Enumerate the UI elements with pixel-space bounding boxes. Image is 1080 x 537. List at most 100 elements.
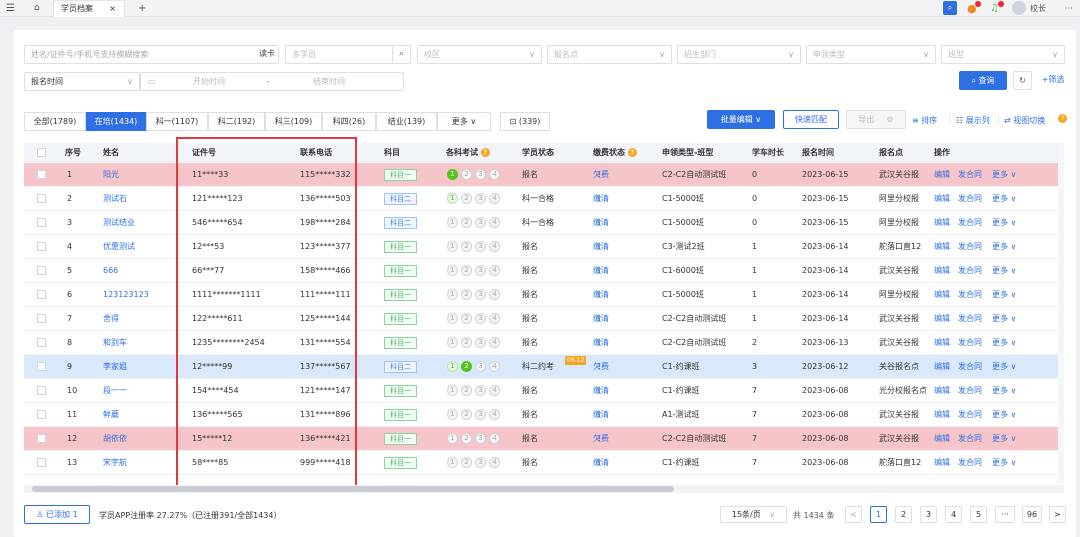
student-name-link[interactable]: 阳光	[103, 163, 119, 186]
campus-select[interactable]: 校区 ∨	[417, 45, 542, 64]
col-hours[interactable]: 学车时长	[752, 143, 784, 162]
search-icon[interactable]: ⌕	[392, 46, 410, 63]
table-row[interactable]: 3 测试结业 546*****654 198*****284 科目二 1 2 3 4 科一合格 ⋮ 缴…	[24, 211, 1064, 235]
exam-3-indicator[interactable]: 3	[475, 217, 486, 228]
table-row[interactable]: 6 123123123 1111*******1111 111*****111 科目一 1…	[24, 283, 1064, 307]
exam-3-indicator[interactable]: 3	[475, 409, 486, 420]
more-icon[interactable]: ···	[1065, 0, 1073, 17]
edit-link[interactable]: 编辑	[934, 187, 950, 210]
exam-4-indicator[interactable]: 4	[489, 457, 500, 468]
exam-1-indicator[interactable]: 1	[447, 217, 458, 228]
exam-2-indicator[interactable]: 2	[461, 313, 472, 324]
edit-link[interactable]: 编辑	[934, 355, 950, 378]
payment-status[interactable]: 缴清	[593, 235, 609, 258]
exam-2-indicator[interactable]: 2	[461, 361, 472, 372]
page-1[interactable]: 1	[870, 506, 887, 523]
edit-link[interactable]: 编辑	[934, 211, 950, 234]
apply-type-select[interactable]: 申领类型 ∨	[806, 45, 936, 64]
vertical-scrollbar[interactable]	[1058, 143, 1064, 483]
exam-1-indicator[interactable]: 1	[447, 193, 458, 204]
edit-link[interactable]: 编辑	[934, 307, 950, 330]
exam-4-indicator[interactable]: 4	[489, 169, 500, 180]
exam-3-indicator[interactable]: 3	[475, 289, 486, 300]
exam-4-indicator[interactable]: 4	[489, 265, 500, 276]
table-row[interactable]: 9 李家姐 12*****99 137*****567 科目二 1 2 3 4 科二约考 06-12…	[24, 355, 1064, 379]
row-checkbox[interactable]	[37, 362, 46, 371]
exam-1-indicator[interactable]: 1	[447, 241, 458, 252]
exam-1-indicator[interactable]: 1	[447, 457, 458, 468]
exam-4-indicator[interactable]: 4	[489, 313, 500, 324]
row-checkbox[interactable]	[37, 458, 46, 467]
contract-link[interactable]: 发合同	[958, 355, 982, 378]
contract-link[interactable]: 发合同	[958, 187, 982, 210]
exam-4-indicator[interactable]: 4	[489, 241, 500, 252]
page-96[interactable]: 96	[1022, 506, 1042, 523]
edit-link[interactable]: 编辑	[934, 403, 950, 426]
exam-3-indicator[interactable]: 3	[475, 337, 486, 348]
edit-link[interactable]: 编辑	[934, 259, 950, 282]
next-page-button[interactable]: >	[1049, 506, 1066, 523]
prev-page-button[interactable]: <	[845, 506, 862, 523]
recruit-dept-select[interactable]: 招生部门 ∨	[677, 45, 801, 64]
col-point[interactable]: 报名点	[879, 143, 903, 162]
more-actions-link[interactable]: 更多 ∨	[992, 331, 1016, 354]
payment-status[interactable]: 欠费	[593, 163, 609, 186]
col-name[interactable]: 姓名	[103, 143, 119, 162]
tab-subject2[interactable]: 科二(192)	[208, 112, 265, 131]
class-type-select[interactable]: 班型 ∨	[941, 45, 1065, 64]
exam-2-indicator[interactable]: 2	[461, 433, 472, 444]
exam-4-indicator[interactable]: 4	[489, 385, 500, 396]
exam-4-indicator[interactable]: 4	[489, 409, 500, 420]
more-actions-link[interactable]: 更多 ∨	[992, 307, 1016, 330]
col-id[interactable]: 证件号	[192, 143, 216, 162]
col-date[interactable]: 报名时间	[802, 143, 834, 162]
exam-2-indicator[interactable]: 2	[461, 169, 472, 180]
page-ellipsis[interactable]: ···	[995, 506, 1015, 523]
table-row[interactable]: 11 鲜蘑 136*****565 131*****896 科目一 1 2 3 4 报名 ⋮ 缴清 A1…	[24, 403, 1064, 427]
exam-2-indicator[interactable]: 2	[461, 457, 472, 468]
multi-student-input[interactable]: 多学员 ⌕	[285, 45, 411, 64]
quick-match-button[interactable]: 快速匹配	[783, 110, 839, 129]
payment-status[interactable]: 缴清	[593, 403, 609, 426]
student-name-link[interactable]: 李家姐	[103, 355, 127, 378]
student-name-link[interactable]: 123123123	[103, 283, 149, 306]
row-checkbox[interactable]	[37, 170, 46, 179]
student-name-link[interactable]: 666	[103, 259, 118, 282]
edit-link[interactable]: 编辑	[934, 283, 950, 306]
payment-status[interactable]: 缴清	[593, 187, 609, 210]
row-checkbox[interactable]	[37, 194, 46, 203]
col-status[interactable]: 学员状态	[522, 143, 554, 162]
query-button[interactable]: ⌕ 查询	[959, 71, 1007, 90]
page-2[interactable]: 2	[895, 506, 912, 523]
page-4[interactable]: 4	[945, 506, 962, 523]
payment-status[interactable]: 缴清	[593, 259, 609, 282]
exam-1-indicator[interactable]: 1	[447, 313, 458, 324]
page-5[interactable]: 5	[970, 506, 987, 523]
user-name[interactable]: 校长	[1030, 0, 1046, 17]
scrollbar-thumb[interactable]	[32, 486, 674, 492]
col-subject[interactable]: 科目	[384, 143, 400, 162]
exam-1-indicator[interactable]: 1	[447, 169, 458, 180]
contract-link[interactable]: 发合同	[958, 163, 982, 186]
table-row[interactable]: 4 优惠测试 12***53 123*****377 科目一 1 2 3 4 报名 ⋮ 缴清 C3-测试…	[24, 235, 1064, 259]
exam-3-indicator[interactable]: 3	[475, 193, 486, 204]
col-no[interactable]: 序号	[65, 143, 81, 162]
exam-2-indicator[interactable]: 2	[461, 409, 472, 420]
contract-link[interactable]: 发合同	[958, 379, 982, 402]
read-card-button[interactable]: 读卡	[254, 45, 280, 64]
student-name-link[interactable]: 和别车	[103, 331, 127, 354]
exam-1-indicator[interactable]: 1	[447, 409, 458, 420]
contract-link[interactable]: 发合同	[958, 283, 982, 306]
horizontal-scrollbar[interactable]	[24, 485, 1064, 493]
more-actions-link[interactable]: 更多 ∨	[992, 259, 1016, 282]
more-actions-link[interactable]: 更多 ∨	[992, 235, 1016, 258]
more-actions-link[interactable]: 更多 ∨	[992, 427, 1016, 450]
payment-status[interactable]: 缴清	[593, 307, 609, 330]
table-row[interactable]: 10 段一一 154****454 121*****147 科目一 1 2 3 4 报名 ⋮ 缴清 C1…	[24, 379, 1064, 403]
columns-button[interactable]: ☷ 展示列	[956, 115, 990, 126]
contract-link[interactable]: 发合同	[958, 307, 982, 330]
exam-2-indicator[interactable]: 2	[461, 193, 472, 204]
signup-point-select[interactable]: 报名点 ∨	[547, 45, 672, 64]
exam-4-indicator[interactable]: 4	[489, 193, 500, 204]
search-icon[interactable]: ⌕	[943, 1, 957, 15]
